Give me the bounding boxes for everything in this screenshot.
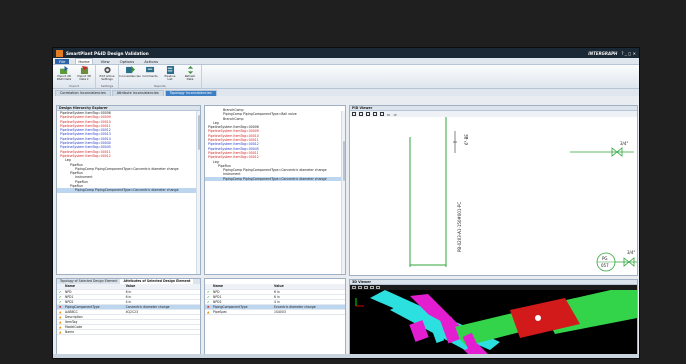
import-3d-icon bbox=[80, 66, 88, 74]
ribbon-group-settings: Edit Active Settings Settings bbox=[96, 65, 119, 88]
comments-icon bbox=[145, 66, 154, 73]
status-bar bbox=[53, 354, 639, 358]
attributes-right-panel: Name Value ✔ NPD 6 in ✔ NPD1 6 in ✔ NPD2 4 in ✖ Pi… bbox=[204, 278, 346, 356]
zoom-out-icon[interactable] bbox=[373, 112, 377, 116]
inconsistencies-icon bbox=[125, 66, 135, 74]
tab-attribute-inconsistencies[interactable]: Attribute Inconsistencies bbox=[111, 90, 164, 96]
warning-icon: ▲ bbox=[59, 314, 62, 319]
topology-tree-panel: BranchComp PipingComp PipingComponentType… bbox=[204, 105, 346, 275]
import-3d-button[interactable]: Import 3D Data ▾ bbox=[76, 66, 92, 84]
design-hierarchy-tree[interactable]: PipelineSystem ItemTag=00006 PipelineSyst… bbox=[57, 111, 200, 193]
check-icon: ✔ bbox=[207, 289, 210, 294]
warning-icon: ▲ bbox=[59, 329, 62, 334]
tab-topology-inconsistencies[interactable]: Topology Inconsistencies bbox=[164, 90, 217, 96]
pid-size-label-2: 3/4" bbox=[627, 250, 635, 255]
view-rotate-icon[interactable] bbox=[358, 286, 362, 289]
topology-tree[interactable]: BranchComp PipingComp PipingComponentType… bbox=[205, 106, 345, 182]
bottom-tabs: Topology of Selected Design Element Attr… bbox=[57, 279, 200, 284]
check-icon: ✔ bbox=[207, 294, 210, 299]
error-icon: ✖ bbox=[59, 304, 62, 309]
zoom-fit-icon[interactable] bbox=[352, 112, 356, 116]
pid-size-label-1: 3/4" bbox=[620, 141, 628, 146]
tree-node[interactable]: PipingComp PipingComponentType=Concentri… bbox=[205, 176, 345, 182]
attr-name: Name bbox=[63, 329, 124, 335]
table-row[interactable]: ▲ Name bbox=[57, 329, 200, 335]
import-2d-button[interactable]: Import 2D P&ID Data bbox=[56, 66, 72, 84]
title-bar: SmartPlant P&ID Design Validation INTERG… bbox=[53, 48, 639, 58]
attributes-left-table: Name Value ✔ NPD 6 in ✔ NPD1 6 in ✔ NPD2 4 in ✖ Pi… bbox=[57, 284, 200, 335]
topology-scrollbar[interactable] bbox=[341, 111, 345, 274]
pid-drawing[interactable]: 6"-BE PB-0203-A1-150#001-PC 3/4" PG 057 … bbox=[350, 117, 637, 273]
instrument-tag-top: PG bbox=[602, 256, 608, 261]
comments-button[interactable]: Comments bbox=[142, 66, 158, 84]
pid-viewer-panel: PID Viewer ⇐ ⇒ 6"-BE PB-0203-A1-150#001-… bbox=[349, 105, 638, 276]
zoom-in-icon[interactable] bbox=[366, 112, 370, 116]
view-zoom-icon[interactable] bbox=[364, 286, 368, 289]
brand-logo: INTERGRAPH bbox=[588, 50, 618, 56]
edit-settings-button[interactable]: Edit Active Settings bbox=[99, 66, 115, 84]
tab-topology-of-selected[interactable]: Topology of Selected Design Element bbox=[57, 279, 120, 284]
3d-viewer-panel: 3D Viewer bbox=[349, 279, 638, 356]
menu-options[interactable]: Options bbox=[118, 59, 137, 64]
menu-view[interactable]: View bbox=[99, 59, 112, 64]
tab-correlation-inconsistencies[interactable]: Correlation Inconsistencies bbox=[55, 90, 111, 96]
ribbon-group-reports: Inconsistencies Comments Pipeline List R… bbox=[119, 65, 202, 88]
attributes-left-panel: Topology of Selected Design Element Attr… bbox=[56, 278, 201, 356]
instrument-tag-bottom: 057 bbox=[601, 263, 609, 268]
tab-attributes-of-selected[interactable]: Attributes of Selected Design Element bbox=[120, 279, 194, 284]
view-select-icon[interactable] bbox=[376, 286, 380, 289]
error-icon: ✖ bbox=[207, 304, 210, 309]
attributes-right-table: Name Value ✔ NPD 6 in ✔ NPD1 6 in ✔ NPD2 4 in ✖ Pi… bbox=[205, 284, 345, 315]
settings-icon bbox=[103, 66, 111, 74]
refresh-data-button[interactable]: Refresh Data bbox=[182, 66, 198, 84]
hierarchy-scrollbar[interactable] bbox=[196, 111, 200, 274]
view-pan-icon[interactable] bbox=[370, 286, 374, 289]
ribbon: Import 2D P&ID Data Import 3D Data ▾ Imp… bbox=[53, 65, 639, 89]
inconsistencies-button[interactable]: Inconsistencies bbox=[119, 66, 141, 84]
check-icon: ✔ bbox=[59, 289, 62, 294]
pan-icon[interactable] bbox=[380, 112, 384, 116]
design-hierarchy-panel: Design Hierarchy Explorer PipelineSystem… bbox=[56, 105, 201, 275]
menu-actions[interactable]: Actions bbox=[142, 59, 160, 64]
warning-icon: ▲ bbox=[59, 324, 62, 329]
app-logo-icon bbox=[56, 49, 63, 57]
file-menu[interactable]: File bbox=[55, 59, 70, 64]
tree-node[interactable]: PipingComp PipingComponentType=Concentri… bbox=[57, 188, 200, 193]
document-tabs: Correlation Inconsistencies Attribute In… bbox=[53, 89, 639, 96]
warning-icon: ▲ bbox=[207, 309, 210, 314]
pid-line-label: PB-0203-A1-150#001-PC bbox=[457, 202, 462, 252]
ribbon-group-import: Import 2D P&ID Data Import 3D Data ▾ Imp… bbox=[53, 65, 96, 88]
3d-model-view[interactable] bbox=[350, 284, 637, 356]
menu-bar: File Home View Options Actions bbox=[53, 58, 639, 65]
refresh-icon bbox=[187, 66, 193, 74]
pid-line-label-top: 6"-BE bbox=[464, 134, 469, 145]
table-row[interactable]: ▲ PipeSpec 1S4003 bbox=[205, 309, 345, 315]
forward-icon[interactable]: ⇒ bbox=[393, 112, 396, 117]
pipeline-list-icon bbox=[166, 66, 174, 74]
attr-value bbox=[123, 329, 200, 335]
import-icon bbox=[59, 66, 68, 74]
window-controls[interactable]: ? _ ◻ ✕ bbox=[621, 51, 636, 56]
zoom-window-icon[interactable] bbox=[359, 112, 363, 116]
warning-icon: ▲ bbox=[59, 319, 62, 324]
window-title: SmartPlant P&ID Design Validation bbox=[66, 50, 149, 56]
view-fit-icon[interactable] bbox=[352, 286, 356, 289]
app-window: SmartPlant P&ID Design Validation INTERG… bbox=[52, 47, 640, 359]
menu-home[interactable]: Home bbox=[75, 58, 93, 64]
warning-icon: ▲ bbox=[59, 309, 62, 314]
attr-name: PipeSpec bbox=[211, 309, 272, 315]
check-icon: ✔ bbox=[59, 294, 62, 299]
check-icon: ✔ bbox=[207, 299, 210, 304]
back-icon[interactable]: ⇐ bbox=[387, 112, 390, 117]
attr-value: 1S4003 bbox=[272, 309, 345, 315]
pipeline-list-button[interactable]: Pipeline List bbox=[162, 66, 178, 84]
check-icon: ✔ bbox=[59, 299, 62, 304]
